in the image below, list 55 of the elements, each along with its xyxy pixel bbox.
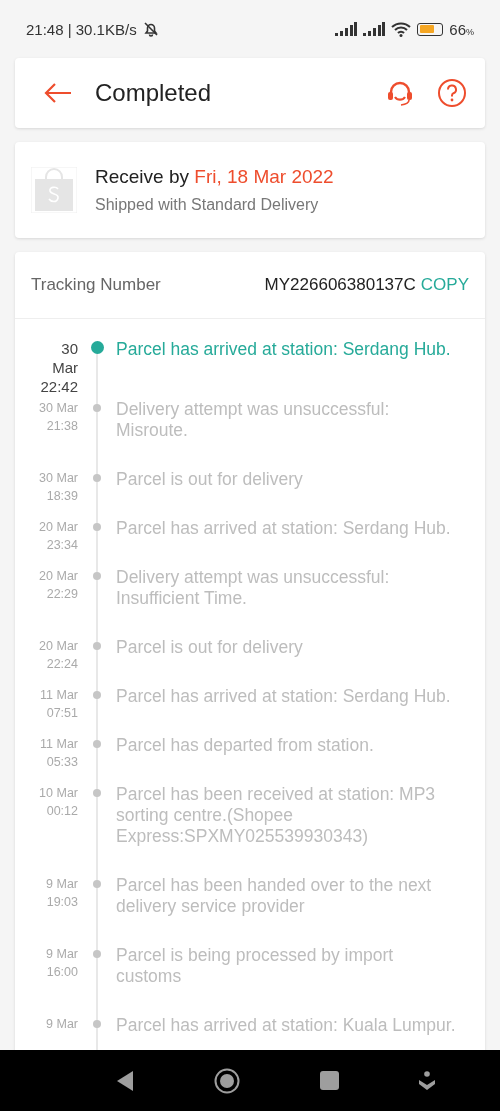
home-nav-icon[interactable] [214, 1067, 241, 1094]
event-time: 16:00 [46, 964, 78, 981]
event-description: Parcel has arrived at station: Serdang Hub. [116, 339, 452, 361]
shipping-method: Shipped with Standard Delivery [95, 196, 320, 214]
event-description: Parcel is out for delivery [116, 469, 304, 490]
event-time: 21:38 [46, 418, 78, 435]
shopping-bag-icon [31, 167, 77, 213]
event-time: 22:29 [46, 586, 78, 603]
event-date: 9 Mar [46, 946, 78, 963]
event-date: 20 Mar [39, 638, 78, 655]
event-date: 30 Mar [39, 400, 78, 417]
muted-bell-icon [141, 20, 160, 38]
tracking-label: Tracking Number [31, 275, 162, 295]
event-date: 9 Mar [46, 876, 78, 893]
event-description: Delivery attempt was unsuccessful: Misroute. [116, 399, 391, 441]
event-time: 18:39 [46, 488, 78, 505]
event-date: 10 Mar [39, 785, 78, 802]
back-button[interactable] [43, 81, 73, 105]
signal-icon [335, 22, 358, 36]
event-description: Parcel has been handed over to the next delivery service provider [116, 875, 433, 917]
page-title: Completed [95, 79, 213, 107]
event-date: 20 Mar [39, 519, 78, 536]
signal-icon [363, 22, 386, 36]
event-description: Delivery attempt was unsuccessful: Insufficient Time. [116, 567, 391, 609]
event-time: 23:34 [46, 537, 78, 554]
status-time: 21:48 | 30.1KB/s [26, 20, 137, 38]
battery-icon [417, 22, 444, 36]
download-nav-icon[interactable] [419, 1070, 436, 1091]
event-description: Parcel has arrived at station: Serdang Hub. [116, 686, 452, 707]
event-time: 22:24 [46, 656, 78, 673]
copy-link[interactable]: COPY [415, 275, 469, 295]
event-date: 30 [61, 339, 78, 358]
event-date: 30 Mar [39, 470, 78, 487]
wifi-icon [391, 21, 412, 37]
event-description: Parcel has been received at station: MP3 sorting centre.(Shopee Express:SPXMY025539930343) [116, 784, 437, 847]
event-date: 11 Mar [40, 687, 78, 704]
event-description: Parcel has departed from station. [116, 735, 375, 756]
event-description: Parcel has arrived at station: Kuala Lumpur. [116, 1015, 457, 1036]
receive-by-date: Receive by Fri, 18 Mar 2022 [95, 166, 334, 188]
event-description: Parcel is out for delivery [116, 637, 304, 658]
event-time: 19:03 [46, 894, 78, 911]
event-time: 00:12 [46, 803, 78, 820]
tracking-number: MY226606380137C [264, 275, 416, 295]
event-date: 11 Mar [40, 736, 78, 753]
event-time: 05:33 [46, 754, 78, 771]
event-month: Mar [52, 358, 78, 377]
event-time: 07:51 [46, 705, 78, 722]
event-date: 9 Mar [46, 1016, 78, 1033]
event-date: 20 Mar [39, 568, 78, 585]
battery-percent: 66% [449, 20, 474, 38]
recents-nav-icon[interactable] [319, 1070, 340, 1091]
event-time: 22:42 [40, 377, 78, 396]
event-description: Parcel is being processed by import customs [116, 945, 395, 987]
help-button[interactable] [437, 78, 467, 108]
event-description: Parcel has arrived at station: Serdang Hub. [116, 518, 452, 539]
